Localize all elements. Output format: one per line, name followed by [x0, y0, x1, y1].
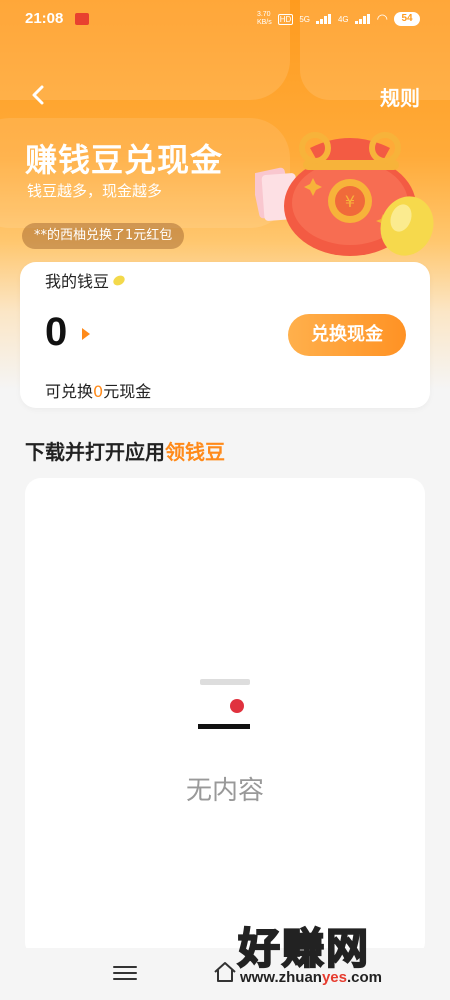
- section-title-highlight: 领钱豆: [165, 440, 225, 464]
- redeemable-text: 可兑换0元现金: [45, 378, 151, 402]
- battery-level: 54: [394, 12, 420, 26]
- wifi-icon: ◠: [376, 11, 388, 26]
- my-beans-row: 我的钱豆: [45, 268, 127, 292]
- bean-icon: [111, 273, 127, 287]
- watermark-url-suffix: .com: [346, 969, 382, 986]
- status-bar: 21:08 3.70 KB/s HD 5G 4G ◠ 54: [0, 0, 450, 40]
- redeemable-amount: 0: [93, 382, 104, 401]
- redeemable-suffix: 元现金: [103, 382, 152, 401]
- net-speed: 3.70 KB/s: [256, 11, 272, 26]
- watermark-url-prefix: www.zhuan: [240, 969, 322, 986]
- signal-bars-icon: [315, 14, 332, 24]
- bean-balance[interactable]: 0: [45, 310, 67, 355]
- home-icon[interactable]: [212, 960, 238, 984]
- chevron-left-icon: [32, 85, 44, 105]
- redemption-ticker: **的西柚兑换了1元红包: [22, 223, 185, 249]
- menu-icon[interactable]: [113, 962, 137, 982]
- exchange-cash-button[interactable]: 兑换现金: [288, 314, 406, 356]
- watermark-url-highlight: yes: [321, 969, 347, 986]
- section-title: 下载并打开应用领钱豆: [25, 436, 225, 465]
- hero-title: 赚钱豆兑现金: [25, 141, 224, 179]
- balance-arrow-icon[interactable]: [82, 328, 90, 340]
- svg-text:¥: ¥: [345, 192, 355, 211]
- app-notification-icon: [75, 13, 89, 25]
- back-button[interactable]: [25, 80, 55, 110]
- empty-state-text: 无内容: [185, 776, 264, 806]
- signal-5g: 5G: [299, 14, 310, 24]
- hd-icon: HD: [277, 13, 294, 25]
- watermark-url: www.zhuanyes.com: [240, 969, 382, 986]
- empty-box-icon: [198, 679, 250, 729]
- signal-4g: 4G: [337, 14, 349, 24]
- hero-subtitle: 钱豆越多，现金越多: [27, 182, 163, 200]
- task-list-panel: 无内容: [25, 478, 425, 958]
- rules-link[interactable]: 规则: [380, 82, 420, 111]
- balance-card: 我的钱豆 0 兑换现金 可兑换0元现金: [20, 262, 430, 408]
- site-watermark: 好赚网 www.zhuanyes.com: [237, 915, 438, 995]
- watermark-logo-text: 好赚网: [237, 923, 371, 974]
- redeemable-prefix: 可兑换: [45, 382, 94, 401]
- status-time: 21:08: [25, 10, 64, 27]
- section-title-prefix: 下载并打开应用: [25, 440, 165, 464]
- my-beans-label: 我的钱豆: [45, 272, 110, 291]
- money-bag-illustration: ¥: [255, 132, 434, 256]
- signal-bars-icon: [354, 14, 371, 24]
